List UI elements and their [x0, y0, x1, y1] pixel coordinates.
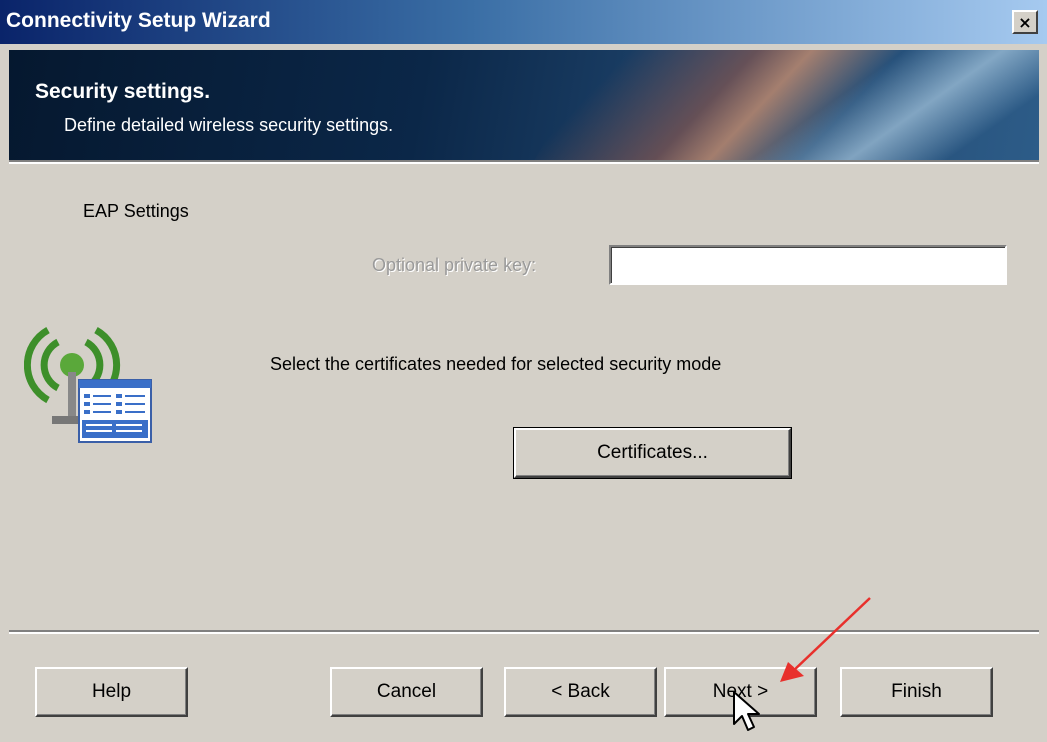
private-key-input[interactable] [611, 247, 1005, 283]
header-banner: Security settings. Define detailed wirel… [9, 50, 1039, 160]
banner-subtitle: Define detailed wireless security settin… [64, 115, 394, 135]
banner-title: Security settings. [35, 80, 211, 103]
banner-divider [9, 160, 1039, 164]
help-button[interactable]: Help [35, 667, 188, 717]
title-bar: Connectivity Setup Wizard × [0, 0, 1047, 44]
wireless-network-icon [24, 326, 152, 443]
instructions-text: Select the certificates needed for selec… [270, 354, 722, 374]
private-key-label: Optional private key: [372, 255, 537, 275]
window-title: Connectivity Setup Wizard [6, 9, 271, 32]
certificates-button[interactable]: Certificates... [513, 427, 792, 479]
cancel-button[interactable]: Cancel [330, 667, 483, 717]
close-icon: × [1018, 12, 1032, 32]
wizard-window: Connectivity Setup Wizard × Security set… [0, 0, 1047, 742]
close-button[interactable]: × [1012, 10, 1038, 34]
private-key-field[interactable] [609, 245, 1007, 285]
section-title: EAP Settings [83, 201, 189, 221]
back-button[interactable]: < Back [504, 667, 657, 717]
red-arrow-annotation [780, 597, 871, 682]
footer-divider [9, 630, 1039, 634]
mouse-pointer-icon [733, 691, 760, 731]
